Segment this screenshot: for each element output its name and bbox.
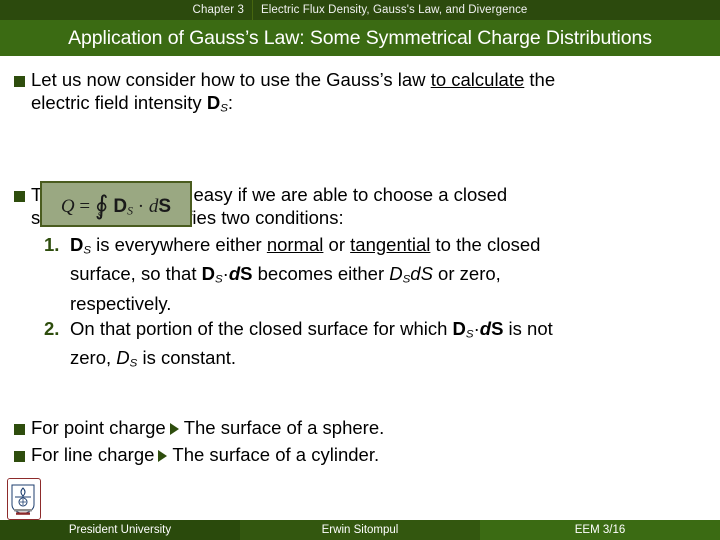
equation-equals: =	[79, 196, 91, 217]
footer-bar: President University Erwin Sitompul EEM …	[0, 520, 720, 540]
list-number-1: 1.	[44, 233, 60, 255]
bullet-1-text: Let us now consider how to use the Gauss…	[31, 68, 555, 121]
list-item: 2. On that portion of the closed surface…	[44, 317, 712, 376]
square-bullet-icon	[14, 423, 25, 435]
slide-content: Let us now consider how to use the Gauss…	[0, 56, 720, 466]
line-charge-result: The surface of a cylinder.	[172, 443, 380, 465]
chapter-number: Chapter 3	[193, 0, 253, 20]
slide: Chapter 3 Electric Flux Density, Gauss's…	[0, 0, 720, 540]
footer-author: Erwin Sitompul	[240, 520, 480, 540]
list-number-2: 2.	[44, 317, 60, 339]
point-charge-result: The surface of a sphere.	[183, 416, 385, 438]
condition-1-underline-tangential: tangential	[350, 233, 431, 255]
footer-institution: President University	[0, 520, 240, 540]
condition-2-seg1: On that portion of the closed surface fo…	[70, 317, 453, 339]
line-charge-label: For line charge	[31, 443, 155, 465]
condition-1-underline-normal: normal	[266, 233, 324, 255]
condition-1-line2-a: surface, so that	[70, 263, 202, 285]
equation-vector-sub: S	[127, 204, 134, 218]
square-bullet-icon	[14, 450, 25, 462]
condition-2-italic-D: D	[116, 347, 130, 369]
university-logo	[7, 478, 41, 520]
equation-box: Q = ∮S DS · dS	[40, 181, 192, 227]
equation-lhs: Q	[60, 196, 75, 217]
square-bullet-icon	[14, 190, 25, 202]
bullet-1-line1-b: the	[524, 69, 556, 90]
triangle-arrow-icon	[158, 449, 168, 462]
condition-2-D-sub: S	[465, 328, 474, 341]
condition-2-line2-b: is constant.	[137, 347, 237, 369]
bullet-1-symbol-D: D	[206, 92, 221, 113]
slide-title-bar: Application of Gauss’s Law: Some Symmetr…	[0, 20, 720, 56]
triangle-arrow-icon	[169, 422, 179, 435]
condition-2-seg3: is not	[503, 317, 553, 339]
condition-1-line2-b: becomes either	[252, 263, 390, 285]
point-charge-label: For point charge	[31, 416, 166, 438]
arrow-bullets-group: For point charge The surface of a sphere.…	[0, 416, 720, 466]
chapter-bar: Chapter 3 Electric Flux Density, Gauss's…	[0, 0, 720, 20]
equation-integral-sub: S	[97, 211, 103, 222]
bullet-1-underlined: to calculate	[430, 69, 525, 90]
condition-2-d: d	[479, 317, 492, 339]
condition-1-italic-dS: dS	[410, 263, 433, 285]
condition-1-line2-S: S	[240, 263, 253, 285]
line-charge-text: For line charge The surface of a cylinder…	[31, 443, 379, 466]
equation-dot: ·	[137, 196, 145, 217]
chapter-title: Electric Flux Density, Gauss's Law, and …	[260, 4, 528, 16]
bullet-item-line-charge: For line charge The surface of a cylinder…	[14, 443, 712, 466]
equation-vector-D: D	[113, 196, 128, 217]
condition-2-line2-a: zero,	[70, 347, 117, 369]
equation-formula: Q = ∮S DS · dS	[60, 189, 172, 222]
bullet-item-point-charge: For point charge The surface of a sphere.	[14, 416, 712, 439]
square-bullet-icon	[14, 76, 25, 87]
condition-1-seg4: to the closed	[430, 233, 541, 255]
condition-1-italic-D: D	[389, 263, 403, 285]
condition-1-line2-D-sub: S	[215, 273, 223, 286]
bullet-1-line2-a: electric field intensity	[31, 92, 207, 113]
condition-1-line2-d: d	[228, 263, 241, 285]
bullet-item-1: Let us now consider how to use the Gauss…	[14, 68, 712, 121]
condition-1-D: D	[70, 233, 84, 255]
footer-page-number: EEM 3/16	[480, 520, 720, 540]
condition-2-D: D	[452, 317, 466, 339]
conditions-list: 1. DS is everywhere either normal or tan…	[44, 233, 712, 376]
condition-1-D-sub: S	[83, 244, 92, 257]
point-charge-text: For point charge The surface of a sphere.	[31, 416, 384, 439]
condition-1-line3: respectively.	[70, 292, 172, 314]
equation-differential-d: d	[148, 196, 159, 217]
condition-1-line2-D: D	[201, 263, 215, 285]
bullet-1-line2-b: :	[227, 92, 233, 113]
president-university-crest-icon	[8, 479, 38, 517]
equation-differential-S: S	[158, 196, 172, 217]
condition-1-seg2: is everywhere either	[91, 233, 267, 255]
condition-1-seg3: or	[323, 233, 351, 255]
bullet-1-line1-a: Let us now consider how to use the Gauss…	[31, 69, 431, 90]
condition-1-line2-c: or zero,	[432, 263, 501, 285]
condition-2-S: S	[491, 317, 504, 339]
condition-2-text: On that portion of the closed surface fo…	[70, 317, 553, 376]
list-item: 1. DS is everywhere either normal or tan…	[44, 233, 712, 315]
page-title: Application of Gauss’s Law: Some Symmetr…	[68, 27, 652, 49]
condition-1-text: DS is everywhere either normal or tangen…	[70, 233, 540, 315]
bullet-1-symbol-sub: S	[220, 102, 228, 115]
